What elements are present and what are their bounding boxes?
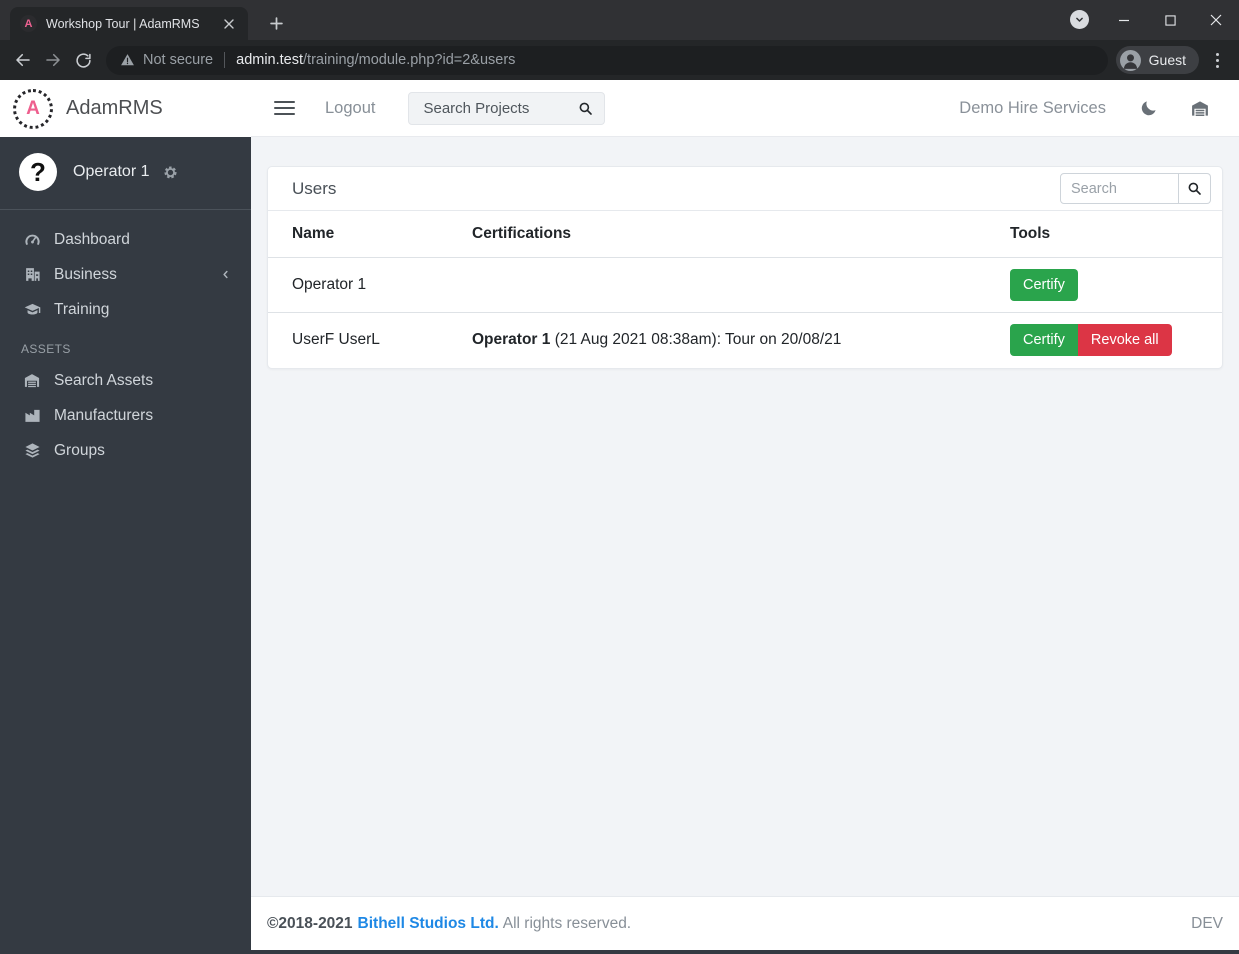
logout-link[interactable]: Logout: [325, 99, 375, 118]
search-icon[interactable]: [578, 101, 593, 116]
new-tab-button[interactable]: [262, 9, 290, 37]
maximize-button[interactable]: [1147, 0, 1193, 40]
sidebar-user-row[interactable]: ? Operator 1: [0, 137, 251, 205]
url-bar[interactable]: Not secure admin.test /training/module.p…: [106, 45, 1108, 75]
reload-button[interactable]: [68, 45, 98, 75]
table-search-group: [1060, 173, 1211, 204]
project-search-input[interactable]: [421, 98, 579, 118]
url-separator: [224, 52, 226, 68]
column-header-certifications: Certifications: [448, 211, 986, 258]
adamrms-logo-icon: A: [13, 88, 53, 129]
main-area: Logout Demo Hire Services Users: [251, 80, 1239, 954]
top-navbar: Logout Demo Hire Services: [251, 80, 1239, 137]
not-secure-warning-icon[interactable]: [120, 53, 135, 67]
sidebar-item-label: Search Assets: [54, 371, 154, 389]
layers-icon: [21, 442, 43, 459]
bottom-strip: [251, 950, 1239, 954]
user-settings-gear-icon[interactable]: [162, 164, 179, 181]
back-button[interactable]: [8, 45, 38, 75]
security-label[interactable]: Not secure: [143, 52, 213, 68]
certification-title: Operator 1: [472, 331, 551, 349]
business-icon: [21, 266, 43, 283]
url-host: admin.test: [236, 52, 304, 68]
sidebar: A AdamRMS ? Operator 1 Dashboard Busines…: [0, 80, 251, 954]
environment-badge: DEV: [1191, 914, 1223, 932]
tab-close-icon[interactable]: [220, 15, 238, 33]
page-content: Users Name Certifications Too: [251, 137, 1239, 896]
brand-header[interactable]: A AdamRMS: [0, 80, 251, 137]
browser-tab[interactable]: A Workshop Tour | AdamRMS: [10, 7, 248, 40]
browser-addressbar: Not secure admin.test /training/module.p…: [0, 40, 1239, 80]
training-icon: [21, 301, 43, 318]
column-header-tools: Tools: [986, 211, 1222, 258]
navbar-right-cluster: Demo Hire Services: [959, 99, 1223, 118]
user-name: Operator 1: [73, 163, 150, 180]
table-row: UserF UserL Operator 1 (21 Aug 2021 08:3…: [268, 313, 1222, 368]
tools-cell: Certify Revoke all: [986, 313, 1222, 368]
sidebar-divider: [0, 209, 251, 210]
sidebar-item-label: Manufacturers: [54, 406, 154, 424]
users-table: Name Certifications Tools Operator 1 Cer…: [268, 211, 1222, 368]
users-card: Users Name Certifications Too: [267, 166, 1223, 369]
sidebar-item-training[interactable]: Training: [0, 292, 251, 327]
page-footer: ©2018-2021 Bithell Studios Ltd. All righ…: [251, 896, 1239, 950]
sidebar-item-label: Business: [54, 265, 117, 283]
sidebar-item-label: Dashboard: [54, 230, 130, 248]
profile-name: Guest: [1148, 52, 1186, 68]
dashboard-icon: [21, 231, 43, 248]
chevron-left-icon: [220, 268, 231, 281]
browser-titlebar: A Workshop Tour | AdamRMS: [0, 0, 1239, 40]
dark-mode-moon-icon[interactable]: [1140, 99, 1158, 117]
certifications-cell: [448, 257, 986, 313]
copyright-text: ©2018-2021: [267, 914, 353, 932]
hamburger-menu-icon[interactable]: [274, 97, 295, 119]
sidebar-section-assets: ASSETS: [21, 342, 71, 356]
certify-button[interactable]: Certify: [1010, 324, 1078, 357]
sidebar-item-business[interactable]: Business: [0, 257, 251, 292]
user-name-cell: Operator 1: [268, 257, 448, 313]
table-row: Operator 1 Certify: [268, 257, 1222, 313]
instance-name[interactable]: Demo Hire Services: [959, 99, 1106, 118]
brand-name: AdamRMS: [66, 97, 163, 119]
rights-text: All rights reserved.: [502, 914, 632, 932]
user-name-cell: UserF UserL: [292, 331, 380, 349]
browser-menu-icon[interactable]: [1203, 45, 1231, 75]
minimize-button[interactable]: [1101, 0, 1147, 40]
assets-warehouse-icon[interactable]: [1190, 99, 1210, 118]
close-button[interactable]: [1193, 0, 1239, 40]
card-title: Users: [292, 178, 337, 198]
certify-button[interactable]: Certify: [1010, 268, 1078, 302]
browser-update-icon[interactable]: [1070, 10, 1089, 29]
sidebar-item-dashboard[interactable]: Dashboard: [0, 222, 251, 257]
app-window: A AdamRMS ? Operator 1 Dashboard Busines…: [0, 80, 1239, 954]
user-avatar-icon: ?: [19, 153, 57, 191]
favicon-icon: A: [20, 15, 37, 32]
sidebar-item-label: Training: [54, 300, 110, 318]
profile-avatar-icon: [1119, 49, 1141, 71]
tools-cell: Certify: [986, 257, 1222, 313]
sidebar-item-label: Groups: [54, 441, 105, 459]
url-path: /training/module.php?id=2&users: [303, 52, 516, 68]
profile-chip[interactable]: Guest: [1115, 46, 1199, 74]
table-search-input[interactable]: [1060, 173, 1179, 204]
tab-title: Workshop Tour | AdamRMS: [46, 16, 200, 31]
column-header-name: Name: [268, 211, 448, 258]
tools-button-group: Certify Revoke all: [1010, 324, 1172, 357]
certifications-cell: Operator 1 (21 Aug 2021 08:38am): Tour o…: [448, 313, 986, 368]
certification-detail: (21 Aug 2021 08:38am): Tour on 20/08/21: [550, 331, 842, 349]
sidebar-item-groups[interactable]: Groups: [0, 433, 251, 468]
table-search-button[interactable]: [1179, 173, 1211, 204]
table-header-row: Name Certifications Tools: [268, 211, 1222, 258]
sidebar-item-search-assets[interactable]: Search Assets: [0, 363, 251, 398]
sidebar-item-manufacturers[interactable]: Manufacturers: [0, 398, 251, 433]
project-search-group: [408, 91, 606, 125]
forward-button[interactable]: [38, 45, 68, 75]
warehouse-icon: [21, 372, 43, 389]
factory-icon: [21, 407, 43, 424]
window-controls: [1101, 0, 1239, 40]
company-link[interactable]: Bithell Studios Ltd.: [358, 915, 499, 933]
users-card-header: Users: [268, 167, 1222, 211]
revoke-all-button[interactable]: Revoke all: [1077, 324, 1172, 357]
